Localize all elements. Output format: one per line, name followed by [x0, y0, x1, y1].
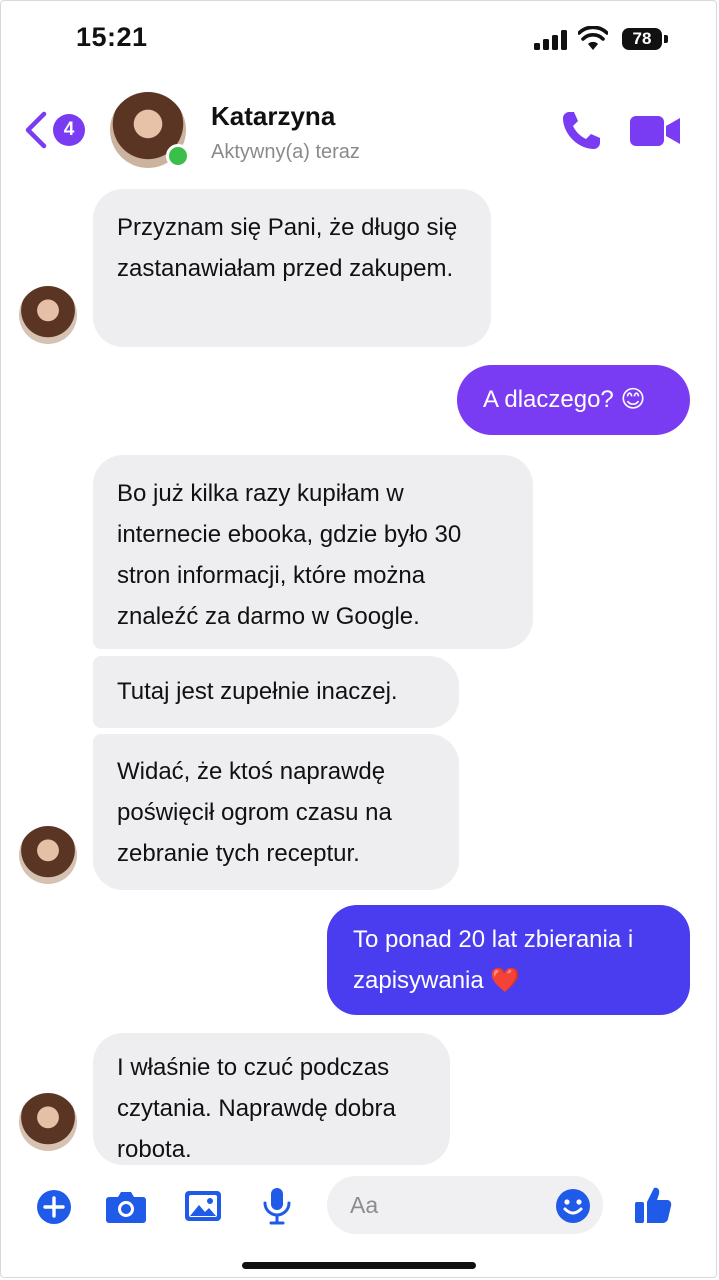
message-incoming[interactable]: Przyznam się Pani, że długo się zastanaw… — [93, 189, 491, 347]
back-chevron-icon[interactable] — [22, 110, 52, 150]
phone-call-icon[interactable] — [560, 108, 604, 152]
contact-status: Aktywny(a) teraz — [211, 141, 360, 163]
microphone-icon[interactable] — [262, 1187, 292, 1225]
message-input-placeholder: Aa — [350, 1192, 379, 1218]
home-indicator — [242, 1262, 476, 1269]
message-outgoing[interactable]: A dlaczego? 😊 — [457, 365, 690, 435]
sender-avatar — [19, 286, 77, 344]
status-time: 15:21 — [76, 22, 148, 52]
sender-avatar — [19, 1093, 77, 1151]
online-indicator — [166, 144, 190, 168]
thumbs-up-icon[interactable] — [634, 1185, 672, 1225]
camera-icon[interactable] — [105, 1190, 147, 1224]
plus-icon[interactable] — [36, 1189, 72, 1225]
message-incoming[interactable]: I właśnie to czuć podczas czytania. Napr… — [93, 1033, 450, 1165]
battery-icon: 78 — [622, 28, 668, 52]
emoji-icon[interactable] — [555, 1188, 591, 1224]
wifi-icon — [578, 26, 608, 50]
gallery-icon[interactable] — [184, 1190, 222, 1222]
message-incoming[interactable]: Widać, że ktoś naprawdę poświęcił ogrom … — [93, 734, 459, 890]
battery-level: 78 — [622, 28, 662, 50]
video-call-icon[interactable] — [630, 113, 682, 149]
sender-avatar — [19, 826, 77, 884]
message-incoming[interactable]: Bo już kilka razy kupiłam w internecie e… — [93, 455, 533, 649]
unread-badge[interactable]: 4 — [53, 114, 85, 146]
signal-icon — [534, 30, 568, 50]
message-outgoing[interactable]: To ponad 20 lat zbierania i zapisywania … — [327, 905, 690, 1015]
contact-name[interactable]: Katarzyna — [211, 101, 335, 132]
message-incoming[interactable]: Tutaj jest zupełnie inaczej. — [93, 656, 459, 728]
